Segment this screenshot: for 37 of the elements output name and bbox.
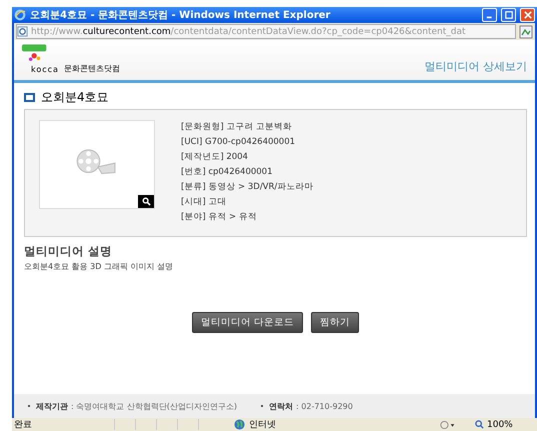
address-field[interactable]: http://www.culturecontent.com/contentdata/contentDataView.do?cp_code=cp0426&content_dat: [16, 24, 516, 39]
magnifier-icon: [475, 420, 484, 429]
zoom-button[interactable]: [138, 195, 154, 208]
page-icon: [17, 26, 28, 37]
footer-label: 제작기관: [36, 400, 68, 412]
item-title: 오회분4호묘: [41, 89, 109, 106]
page-title: 멀티미디어 상세보기: [424, 59, 527, 74]
detail-line: [분류] 동영상 > 3D/VR/파노라마: [181, 181, 314, 193]
zoom-control[interactable]: 100%: [475, 420, 535, 430]
section-heading: 멀티미디어 설명: [24, 244, 114, 259]
maximize-icon: [504, 11, 512, 19]
footer-value: : 02-710-9290: [296, 402, 353, 410]
bullet-icon: [24, 93, 35, 102]
detail-line: [제작년도] 2004: [181, 151, 249, 163]
status-text: 완료: [14, 419, 33, 431]
detail-line: [UCI] G700-cp0426400001: [181, 136, 296, 148]
site-name: 문화콘텐츠닷컴: [64, 63, 120, 74]
maximize-button[interactable]: [501, 8, 516, 22]
globe-icon: [234, 419, 245, 430]
logo-text: kocca: [31, 65, 59, 74]
detail-line: [문화원형] 고구려 고분벽화: [181, 121, 294, 133]
footer-value: : 숙명여대학교 산학협력단(산업디자인연구소): [71, 400, 238, 412]
close-icon: [524, 11, 532, 19]
detail-line: [번호] cp0426400001: [181, 166, 274, 178]
download-button[interactable]: 멀티미디어 다운로드: [192, 312, 304, 333]
footer-label: 연락처: [269, 400, 294, 412]
bookmark-button[interactable]: 찜하기: [311, 312, 360, 333]
detail-line: [분야] 유적 > 유적: [181, 211, 258, 223]
close-button[interactable]: [520, 8, 535, 22]
browser-icon: [14, 9, 26, 21]
zone-text: 인터넷: [249, 419, 276, 431]
minimize-button[interactable]: [482, 8, 497, 22]
description-text: 오회분4호묘 활용 3D 그래픽 이미지 설명: [24, 261, 174, 272]
logo-drawing: [22, 44, 48, 64]
detail-line: [시대] 고대: [181, 196, 228, 208]
window-title: 오회분4호묘 - 문화콘텐츠닷컴 - Windows Internet Explorer: [30, 9, 332, 22]
search-icon: [142, 197, 150, 206]
